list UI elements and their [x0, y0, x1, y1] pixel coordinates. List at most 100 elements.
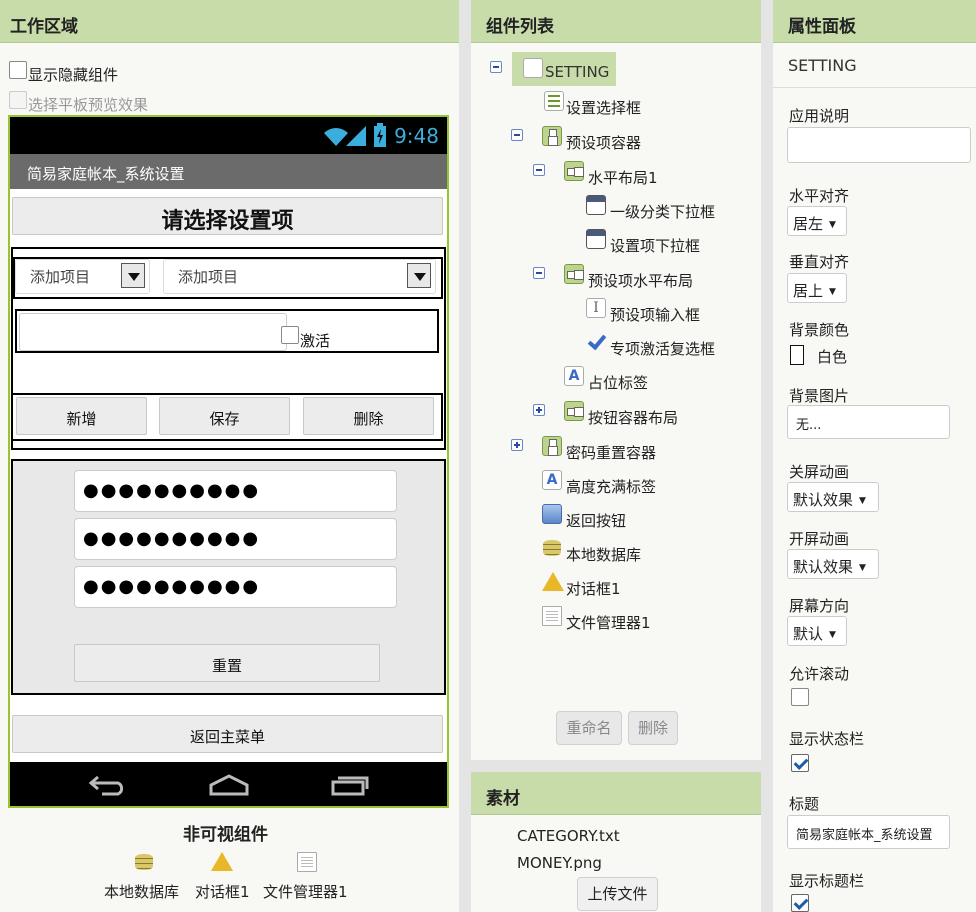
status-clock: 9:48 — [394, 124, 439, 148]
tablet-preview-checkbox[interactable] — [9, 91, 27, 109]
collapse-toggle[interactable] — [533, 267, 545, 279]
tree-item-label[interactable]: 高度充满标签 — [566, 476, 656, 497]
workspace-header: 工作区域 — [0, 0, 459, 43]
open-anim-value: 默认效果 — [793, 558, 854, 576]
activate-checkbox[interactable] — [281, 326, 299, 344]
collapse-toggle[interactable] — [511, 129, 523, 141]
tree-item-label[interactable]: 占位标签 — [588, 372, 648, 393]
components-panel: 组件列表 SETTING 设置选择框 预设项容器 水平布局1 一级分类下拉框 设… — [471, 0, 761, 760]
nav-bar — [10, 762, 447, 806]
back-to-menu-button[interactable]: 返回主菜单 — [12, 715, 443, 753]
tablet-preview-label: 选择平板预览效果 — [28, 96, 149, 114]
heading-button[interactable]: 请选择设置项 — [12, 197, 443, 235]
reset-button[interactable]: 重置 — [74, 644, 380, 682]
recent-apps-icon[interactable] — [330, 773, 370, 797]
media-file[interactable]: CATEGORY.txt — [517, 827, 620, 845]
scrollable-checkbox[interactable] — [791, 688, 809, 706]
show-status-bar-checkbox[interactable] — [791, 754, 809, 772]
delete-component-button[interactable]: 删除 — [628, 711, 678, 745]
tree-label: SETTING — [545, 63, 610, 81]
warning-icon — [542, 572, 564, 591]
show-status-bar-label: 显示状态栏 — [789, 730, 865, 748]
setting-spinner-value: 添加项目 — [178, 268, 239, 286]
tree-item-label[interactable]: 一级分类下拉框 — [610, 201, 715, 222]
bg-image-input[interactable]: 无... — [787, 405, 950, 439]
nonvisible-item-2[interactable]: 文件管理器1 — [263, 881, 348, 902]
upload-file-button[interactable]: 上传文件 — [577, 877, 658, 911]
horizontal-arrangement-icon — [564, 161, 584, 181]
activate-label: 激活 — [300, 332, 331, 350]
scrollable-label: 允许滚动 — [789, 665, 850, 683]
show-title-bar-label: 显示标题栏 — [789, 872, 865, 890]
caret-down-icon: ▼ — [829, 287, 836, 297]
align-horizontal-label: 水平对齐 — [789, 187, 850, 205]
collapse-toggle[interactable] — [490, 61, 502, 73]
file-icon — [297, 852, 317, 872]
tree-item-label[interactable]: 预设项水平布局 — [588, 270, 693, 291]
align-vertical-value: 居上 — [793, 282, 824, 300]
app-title-bar: 简易家庭帐本_系统设置 — [10, 154, 447, 189]
tree-item-label[interactable]: 水平布局1 — [588, 167, 658, 188]
delete-button[interactable]: 删除 — [303, 397, 434, 435]
media-file[interactable]: MONEY.png — [517, 854, 602, 872]
chevron-down-icon — [407, 263, 431, 288]
tree-item-label[interactable]: 设置项下拉框 — [610, 235, 700, 256]
preset-input[interactable] — [19, 313, 287, 351]
tree-item-label[interactable]: 文件管理器1 — [566, 612, 651, 633]
save-button[interactable]: 保存 — [159, 397, 290, 435]
back-icon[interactable] — [88, 774, 128, 796]
nonvisible-item-0[interactable]: 本地数据库 — [104, 881, 179, 902]
password-field-2[interactable]: ●●●●●●●●●● — [74, 518, 397, 560]
color-swatch[interactable] — [790, 345, 804, 365]
horizontal-arrangement-icon — [564, 401, 584, 421]
tree-item-label[interactable]: 按钮容器布局 — [588, 407, 678, 428]
checkbox-icon — [586, 332, 606, 352]
collapse-toggle[interactable] — [533, 164, 545, 176]
tree-item-label[interactable]: 对话框1 — [566, 578, 621, 599]
tree-item-label[interactable]: 专项激活复选框 — [610, 338, 715, 359]
open-anim-dropdown[interactable]: 默认效果 ▼ — [787, 549, 879, 579]
tree-item-label[interactable]: 设置选择框 — [566, 97, 641, 118]
screen-icon — [523, 58, 543, 78]
label-icon: A — [542, 470, 562, 490]
show-title-bar-checkbox[interactable] — [791, 894, 809, 912]
database-icon — [134, 852, 154, 872]
setting-spinner[interactable]: 添加项目 — [163, 259, 436, 294]
title-label: 标题 — [789, 795, 820, 813]
add-button[interactable]: 新增 — [16, 397, 147, 435]
tree-item-label[interactable]: 返回按钮 — [566, 510, 626, 531]
tree-item-label[interactable]: 预设项容器 — [566, 132, 641, 153]
media-panel: 素材 CATEGORY.txt MONEY.png 上传文件 — [471, 772, 761, 912]
close-anim-dropdown[interactable]: 默认效果 ▼ — [787, 482, 879, 512]
textbox-icon: I — [586, 298, 606, 318]
show-hidden-checkbox[interactable] — [9, 61, 27, 79]
label-icon: A — [564, 366, 584, 386]
password-field-3[interactable]: ●●●●●●●●●● — [74, 566, 397, 608]
open-anim-label: 开屏动画 — [789, 530, 850, 548]
component-name: SETTING — [773, 44, 976, 88]
close-anim-value: 默认效果 — [793, 491, 854, 509]
warning-icon — [211, 852, 233, 871]
title-input[interactable]: 简易家庭帐本_系统设置 — [787, 815, 950, 849]
nonvisible-item-1[interactable]: 对话框1 — [195, 881, 250, 902]
align-vertical-dropdown[interactable]: 居上 ▼ — [787, 273, 847, 303]
category-spinner-value: 添加项目 — [30, 268, 91, 286]
rename-button[interactable]: 重命名 — [556, 711, 622, 745]
tree-item-label[interactable]: 本地数据库 — [566, 544, 641, 565]
category-spinner[interactable]: 添加项目 — [15, 259, 150, 294]
expand-toggle[interactable] — [511, 439, 523, 451]
align-horizontal-dropdown[interactable]: 居左 ▼ — [787, 206, 847, 236]
app-description-input[interactable] — [787, 127, 971, 163]
bg-image-label: 背景图片 — [789, 387, 850, 405]
password-field-1[interactable]: ●●●●●●●●●● — [74, 470, 397, 512]
orientation-label: 屏幕方向 — [789, 597, 850, 615]
bg-color-value[interactable]: 白色 — [817, 346, 847, 367]
tree-item-label[interactable]: 密码重置容器 — [566, 442, 656, 463]
home-icon[interactable] — [208, 773, 250, 797]
tree-item-label[interactable]: 预设项输入框 — [610, 304, 700, 325]
horizontal-arrangement-icon — [564, 264, 584, 284]
expand-toggle[interactable] — [533, 404, 545, 416]
orientation-dropdown[interactable]: 默认 ▼ — [787, 616, 847, 646]
align-horizontal-value: 居左 — [793, 215, 824, 233]
orientation-value: 默认 — [793, 625, 824, 643]
